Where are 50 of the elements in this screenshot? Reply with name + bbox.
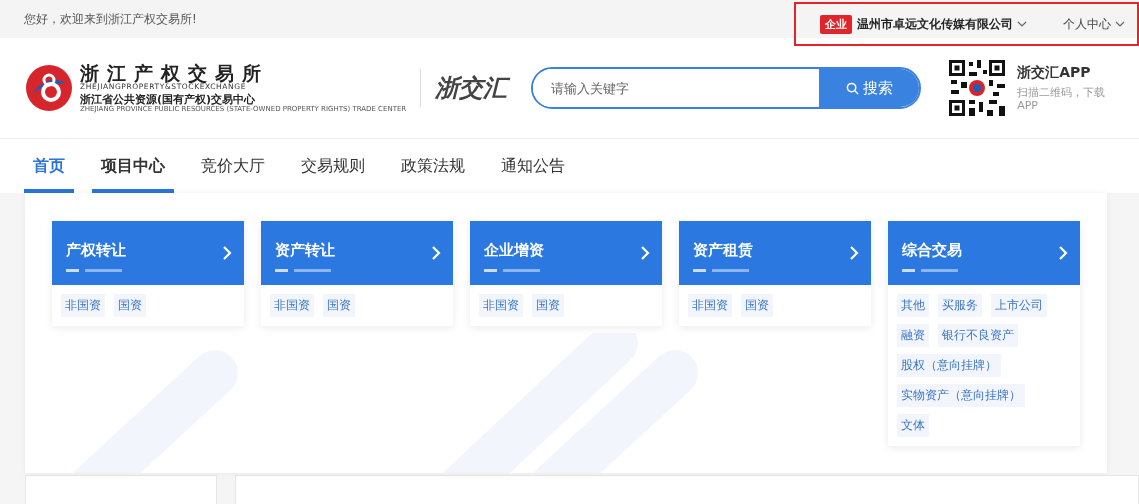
- app-download-hint: 扫描二维码，下载APP: [1017, 85, 1107, 113]
- category-tag[interactable]: 银行不良资产: [938, 324, 1018, 347]
- qr-code-icon: [949, 60, 1006, 116]
- chevron-right-icon: [431, 245, 441, 261]
- nav-tab[interactable]: 政策法规: [392, 143, 474, 193]
- category-tag[interactable]: 股权（意向挂牌）: [897, 354, 1001, 377]
- category-tag[interactable]: 非国资: [479, 294, 523, 317]
- category-header[interactable]: 综合交易: [888, 221, 1080, 285]
- app-title: 浙交汇APP: [1017, 63, 1092, 82]
- category-tag[interactable]: 国资: [741, 294, 773, 317]
- company-menu[interactable]: 温州市卓远文化传媒有限公司: [857, 15, 1027, 33]
- logo-subtitle: 浙江省公共资源(国有产权)交易中心: [80, 93, 256, 106]
- chevron-right-icon: [849, 245, 859, 261]
- category-tag[interactable]: 买服务: [938, 294, 982, 317]
- category-tag[interactable]: 实物资产（意向挂牌）: [897, 384, 1025, 407]
- nav-tab[interactable]: 通知公告: [492, 143, 574, 193]
- chevron-right-icon: [640, 245, 650, 261]
- category-title: 产权转让: [66, 240, 126, 260]
- category-tag[interactable]: 文体: [897, 414, 929, 437]
- chevron-right-icon: [1058, 245, 1068, 261]
- category-header[interactable]: 资产转让: [261, 221, 453, 285]
- caret-icon: [1017, 21, 1027, 27]
- chevron-right-icon: [222, 245, 232, 261]
- category-tag[interactable]: 融资: [897, 324, 929, 347]
- category-tag[interactable]: 国资: [114, 294, 146, 317]
- category-tag[interactable]: 非国资: [61, 294, 105, 317]
- category-title: 综合交易: [902, 240, 962, 260]
- logo-title: 浙江产权交易所: [80, 62, 270, 84]
- nav-tab[interactable]: 交易规则: [292, 143, 374, 193]
- category-header[interactable]: 产权转让: [52, 221, 244, 285]
- category-tag[interactable]: 非国资: [688, 294, 732, 317]
- category-tag[interactable]: 非国资: [270, 294, 314, 317]
- category-header[interactable]: 企业增资: [470, 221, 662, 285]
- category-tag[interactable]: 国资: [323, 294, 355, 317]
- welcome-text: 您好，欢迎来到浙江产权交易所!: [24, 10, 197, 28]
- search-field[interactable]: 请输入关键字 搜索: [531, 67, 922, 109]
- account-type-badge: 企业: [820, 14, 852, 34]
- search-button[interactable]: 搜索: [819, 69, 920, 107]
- personal-center-menu[interactable]: 个人中心: [1063, 15, 1125, 33]
- category-title: 资产转让: [275, 240, 335, 260]
- category-tag[interactable]: 上市公司: [991, 294, 1047, 317]
- nav-tab[interactable]: 竞价大厅: [192, 143, 274, 193]
- category-header[interactable]: 资产租赁: [679, 221, 871, 285]
- category-title: 资产租赁: [693, 240, 753, 260]
- category-tag[interactable]: 其他: [897, 294, 929, 317]
- search-icon: [845, 81, 859, 95]
- caret-icon: [1115, 21, 1125, 27]
- category-tag[interactable]: 国资: [532, 294, 564, 317]
- category-title: 企业增资: [484, 240, 544, 260]
- logo-icon: [24, 63, 74, 113]
